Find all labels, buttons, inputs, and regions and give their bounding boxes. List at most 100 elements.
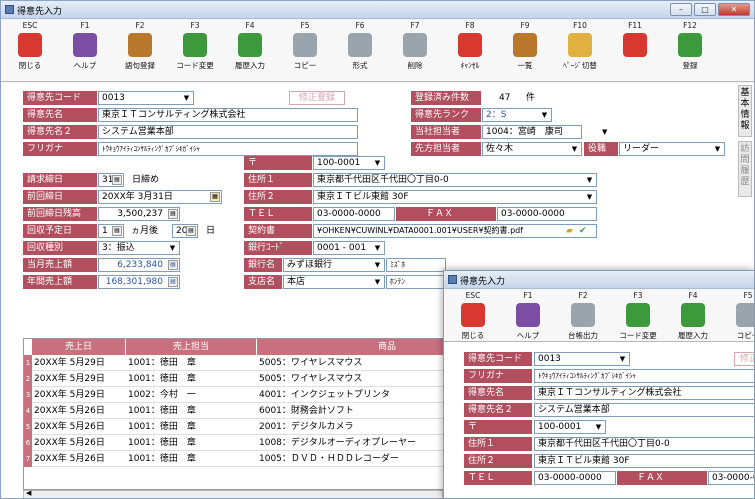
table-row[interactable]: 7 20XX年 5月26日 1001：徳田 章 1005：ＤＶＤ・ＨＤＤレコーダー (24, 451, 502, 467)
fax-field[interactable]: 03-0000-0000 (497, 207, 597, 221)
sub-zip-field[interactable]: 100-0001 ▼ (534, 420, 606, 434)
toolbar-button-f3[interactable]: F3 コード変更 (617, 290, 659, 350)
column-header-sales-date[interactable]: 売上日 (32, 339, 125, 355)
toolbar-button-f2[interactable]: F2 語句登録 (119, 20, 161, 80)
scroll-left-icon[interactable]: ◀ (26, 489, 31, 497)
minimize-button[interactable]: – (670, 3, 692, 16)
branch-kana-field[interactable]: ﾎﾝﾃﾝ (386, 275, 446, 289)
check-icon[interactable]: ✔ (579, 224, 587, 238)
collection-month-field[interactable]: 1 ▤ (98, 224, 124, 238)
customer-name-field[interactable]: 東京ＩＴコンサルティング株式会社 (98, 108, 358, 122)
toolbar-button-f11[interactable]: F11 (614, 20, 656, 80)
sub-fax-field[interactable]: 03-0000-0 (708, 471, 754, 485)
collection-type-select[interactable]: 3：振込 ▼ (98, 241, 180, 255)
toolbar-button-esc[interactable]: ESC 閉じる (9, 20, 51, 80)
table-row[interactable]: 1 20XX年 5月29日 1001：徳田 章 5005：ワイヤレスマウス (24, 355, 502, 371)
billing-close-day-field[interactable]: 31 ▤ (98, 173, 124, 187)
customer-rank-select[interactable]: 2：S ▼ (482, 108, 552, 122)
sub-address1-field[interactable]: 東京都千代田区千代田〇丁目0-0 (534, 437, 754, 451)
tel-field[interactable]: 03-0000-0000 (313, 207, 395, 221)
bank-code-field[interactable]: 0001 - 001 ▼ (313, 241, 385, 255)
customer-code-field[interactable]: 0013 ▼ (98, 91, 194, 105)
last-billing-date-field[interactable]: 20XX年 3月31日 ▦ (98, 190, 222, 204)
toolbar-button-f5[interactable]: F5 コピー (284, 20, 326, 80)
sub-furigana-field[interactable]: ﾄｳｷｮｳｱｲﾃｨｺﾝｻﾙﾃｨﾝｸﾞｶﾌﾞｼｷｶﾞｲｼｬ (534, 369, 754, 383)
chevron-down-icon: ▼ (619, 355, 626, 363)
branch-name-select[interactable]: 本店 ▼ (283, 275, 385, 289)
sub-address2-field[interactable]: 東京ＩＴビル東館 30F (534, 454, 754, 468)
registered-count-unit: 件 (526, 93, 536, 103)
toolbar-button-f1[interactable]: F1 ヘルプ (507, 290, 549, 350)
toolbar-button-f9[interactable]: F9 一覧 (504, 20, 546, 80)
toolbar-button-f4[interactable]: F4 履歴入力 (229, 20, 271, 80)
shuffle-icon (626, 303, 650, 327)
sub-customer-name2-field[interactable]: システム営業本部 (534, 403, 754, 417)
stepper-icon[interactable]: ▤ (112, 175, 122, 185)
toolbar-button-f6[interactable]: F6 形式 (339, 20, 381, 80)
bank-name-select[interactable]: みずほ銀行 ▼ (283, 258, 385, 272)
toolbar-button-f5[interactable]: F5 コピー (727, 290, 754, 350)
toolbar-button-f3[interactable]: F3 コード変更 (174, 20, 216, 80)
sub-form-body: 得意先コード 0013▼ 修正 フリガナ ﾄｳｷｮｳｱｲﾃｨｺﾝｻﾙﾃｨﾝｸﾞｶ… (444, 342, 754, 498)
sub-correction-badge: 修正 (734, 352, 754, 366)
bank-code-label: 銀行ｺｰﾄﾞ (244, 241, 312, 255)
cell-no: 6 (24, 435, 32, 451)
sub-tel-field[interactable]: 03-0000-0000 (534, 471, 616, 485)
tab-basic-info[interactable]: 基本情報 (738, 85, 752, 137)
stepper-icon[interactable]: ▤ (186, 226, 196, 236)
toolbar-button-label: 閉じる (18, 61, 42, 70)
stepper-icon[interactable]: ▤ (168, 209, 178, 219)
customer-name2-field[interactable]: システム営業本部 (98, 125, 358, 139)
cell-date: 20XX年 5月29日 (34, 374, 105, 384)
zip-field[interactable]: 100-0001 ▼ (313, 156, 385, 170)
toolbar-button-f4[interactable]: F4 履歴入力 (672, 290, 714, 350)
toolbar-button-f8[interactable]: F8 ｷｬﾝｾﾙ (449, 20, 491, 80)
folder-icon[interactable]: ▰ (566, 224, 573, 238)
sub-customer-name-field[interactable]: 東京ＩＴコンサルティング株式会社 (534, 386, 754, 400)
table-row[interactable]: 2 20XX年 5月29日 1001：徳田 章 5005：ワイヤレスマウス (24, 371, 502, 387)
title-bar: 得意先入力 – □ ✕ (1, 1, 754, 19)
toolbar-button-f2[interactable]: F2 台帳出力 (562, 290, 604, 350)
stepper-icon[interactable]: ▤ (168, 277, 178, 287)
cell-no: 7 (24, 451, 32, 467)
sub-customer-code-field[interactable]: 0013 ▼ (534, 352, 630, 366)
calendar-icon[interactable]: ▦ (210, 192, 220, 202)
our-rep-field[interactable]: 1004：宮崎 康司 (482, 125, 582, 139)
tab-visit-history[interactable]: 訪問履歴 (738, 141, 752, 197)
toolbar-button-esc[interactable]: ESC 閉じる (452, 290, 494, 350)
registered-count-label: 登録済み件数 (411, 91, 481, 105)
toolbar-button-f1[interactable]: F1 ヘルプ (64, 20, 106, 80)
shuffle-icon (183, 33, 207, 57)
close-button[interactable]: ✕ (718, 3, 750, 16)
address1-field[interactable]: 東京都千代田区千代田〇丁目0-0 ▼ (313, 173, 597, 187)
toolbar-button-label: コピー (293, 61, 317, 70)
address2-field[interactable]: 東京ＩＴビル東館 30F ▼ (313, 190, 597, 204)
stepper-icon[interactable]: ▤ (168, 260, 178, 270)
maximize-button[interactable]: □ (694, 3, 716, 16)
table-row[interactable]: 4 20XX年 5月26日 1001：徳田 章 6001：財務会計ソフト (24, 403, 502, 419)
furigana-field[interactable]: ﾄｳｷｮｳｱｲﾃｨｺﾝｻﾙﾃｨﾝｸﾞｶﾌﾞｼｷｶﾞｲｼｬ (98, 142, 358, 156)
function-key-label: F1 (523, 291, 533, 300)
column-header-sales-rep[interactable]: 売上担当 (126, 339, 256, 355)
book-icon (128, 33, 152, 57)
table-row[interactable]: 3 20XX年 5月29日 1002：今村 一 4001：インクジェットプリンタ (24, 387, 502, 403)
contact-person-select[interactable]: 佐々木 ▼ (482, 142, 582, 156)
table-row[interactable]: 6 20XX年 5月26日 1001：徳田 章 1008：デジタルオーディオプレーヤー (24, 435, 502, 451)
position-select[interactable]: リーダー ▼ (619, 142, 725, 156)
chevron-down-icon: ▼ (374, 159, 381, 167)
toolbar-button-f12[interactable]: F12 登録 (669, 20, 711, 80)
address2-label: 住所２ (244, 190, 312, 204)
chevron-down-icon[interactable]: ▼ (602, 125, 607, 139)
collection-day-field[interactable]: 20 ▤ (172, 224, 198, 238)
toolbar-button-f10[interactable]: F10 ﾍﾟｰｼﾞ切替 (559, 20, 601, 80)
contract-file-field[interactable]: ¥OHKEN¥CUWINL¥DATA0001.001¥USER¥契約書.pdf (313, 224, 597, 238)
function-key-label: F4 (245, 21, 255, 30)
stepper-icon[interactable]: ▤ (112, 226, 122, 236)
last-billing-date-label: 前回締日 (23, 190, 97, 204)
table-row[interactable]: 5 20XX年 5月26日 1001：徳田 章 2001：デジタルカメラ (24, 419, 502, 435)
cell-rep: 1001：徳田 章 (128, 406, 196, 416)
bank-name-kana-field[interactable]: ﾐｽﾞﾎ (386, 258, 446, 272)
last-balance-field[interactable]: 3,500,237 ▤ (98, 207, 180, 221)
horizontal-scrollbar[interactable]: ◀ (23, 489, 443, 498)
toolbar-button-f7[interactable]: F7 削除 (394, 20, 436, 80)
